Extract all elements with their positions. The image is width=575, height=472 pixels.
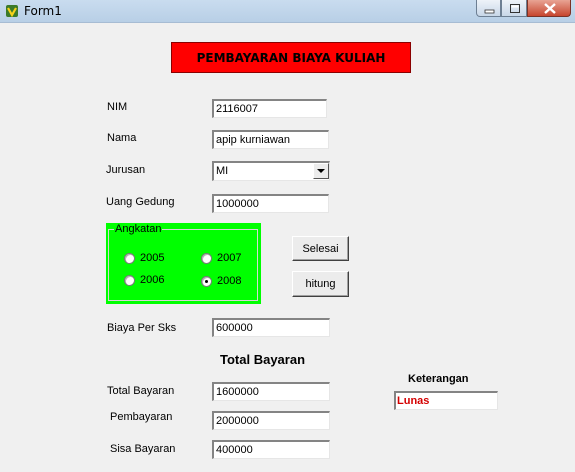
jurusan-combobox[interactable]: MI — [212, 161, 330, 181]
jurusan-dropdown-button[interactable] — [313, 163, 329, 179]
nim-input[interactable]: 2116007 — [212, 99, 327, 118]
nim-label: NIM — [107, 101, 128, 113]
total-bayaran-heading: Total Bayaran — [220, 352, 306, 367]
page-title-banner: PEMBAYARAN BIAYA KULIAH — [171, 42, 411, 73]
angkatan-group-border — [108, 229, 258, 301]
nama-label: Nama — [107, 132, 137, 144]
radio-2008[interactable] — [201, 276, 212, 287]
keterangan-heading: Keterangan — [408, 373, 469, 385]
form1-window: Form1 PEMBAYARAN BIAYA KULIAH NIM 211600… — [0, 0, 575, 472]
chevron-down-icon — [317, 169, 325, 173]
uang-gedung-label: Uang Gedung — [106, 196, 175, 208]
title-bar[interactable]: Form1 — [0, 0, 575, 23]
pembayaran-input[interactable]: 2000000 — [212, 411, 330, 430]
total-bayaran-label: Total Bayaran — [107, 385, 175, 397]
jurusan-label: Jurusan — [106, 164, 146, 176]
hitung-button[interactable]: hitung — [292, 271, 349, 297]
sisa-bayaran-input[interactable]: 400000 — [212, 440, 330, 459]
radio-2005-label[interactable]: 2005 — [140, 252, 164, 264]
pembayaran-label: Pembayaran — [110, 411, 173, 423]
biaya-sks-label: Biaya Per Sks — [107, 322, 177, 334]
angkatan-group-title: Angkatan — [114, 223, 163, 235]
close-icon — [544, 3, 556, 14]
keterangan-output[interactable]: Lunas — [394, 391, 498, 410]
angkatan-groupbox: Angkatan 2005 2007 2006 2008 — [106, 223, 261, 304]
radio-2008-label[interactable]: 2008 — [217, 275, 241, 287]
vb-app-icon — [6, 5, 18, 18]
maximize-button[interactable] — [501, 0, 527, 17]
radio-2007[interactable] — [201, 253, 212, 264]
radio-2006-label[interactable]: 2006 — [140, 274, 164, 286]
radio-2005[interactable] — [124, 253, 135, 264]
minimize-button[interactable] — [476, 0, 501, 17]
jurusan-selected-value: MI — [216, 165, 229, 177]
selesai-button[interactable]: Selesai — [292, 236, 349, 261]
radio-2006[interactable] — [124, 275, 135, 286]
nama-input[interactable]: apip kurniawan — [212, 130, 329, 149]
biaya-sks-input[interactable]: 600000 — [212, 318, 330, 337]
minimize-icon — [484, 9, 495, 14]
maximize-icon — [510, 4, 520, 13]
radio-2007-label[interactable]: 2007 — [217, 252, 241, 264]
sisa-bayaran-label: Sisa Bayaran — [110, 443, 176, 455]
window-title: Form1 — [24, 4, 62, 18]
close-button[interactable] — [527, 0, 571, 17]
total-bayaran-input[interactable]: 1600000 — [212, 382, 330, 401]
uang-gedung-input[interactable]: 1000000 — [212, 194, 329, 213]
